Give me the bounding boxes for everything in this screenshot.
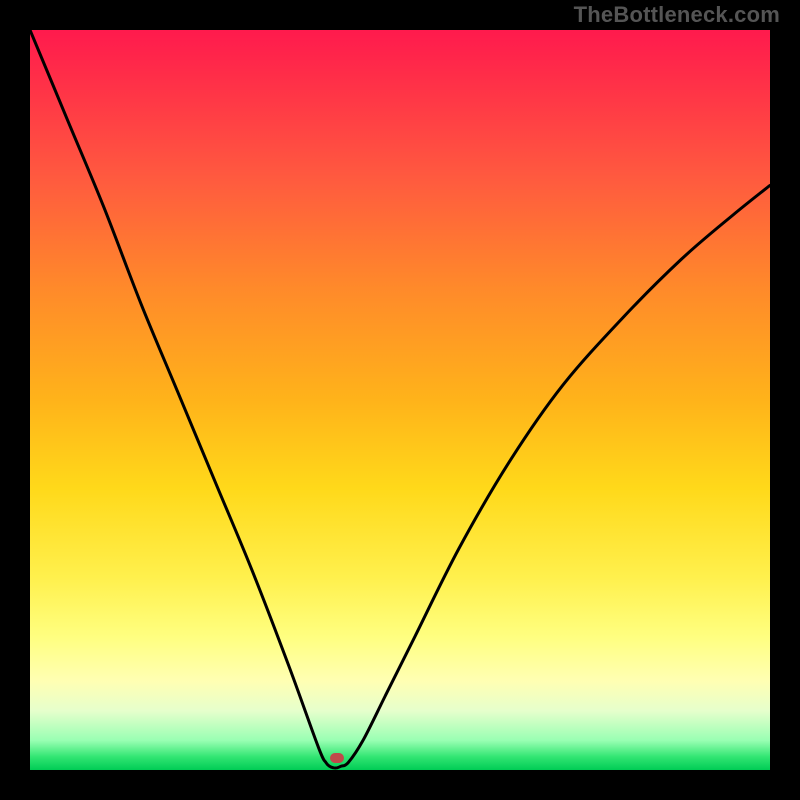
chart-frame: TheBottleneck.com — [0, 0, 800, 800]
watermark-text: TheBottleneck.com — [574, 2, 780, 28]
curve-svg — [30, 30, 770, 770]
plot-area — [30, 30, 770, 770]
min-marker — [330, 753, 344, 763]
bottleneck-curve — [30, 30, 770, 768]
